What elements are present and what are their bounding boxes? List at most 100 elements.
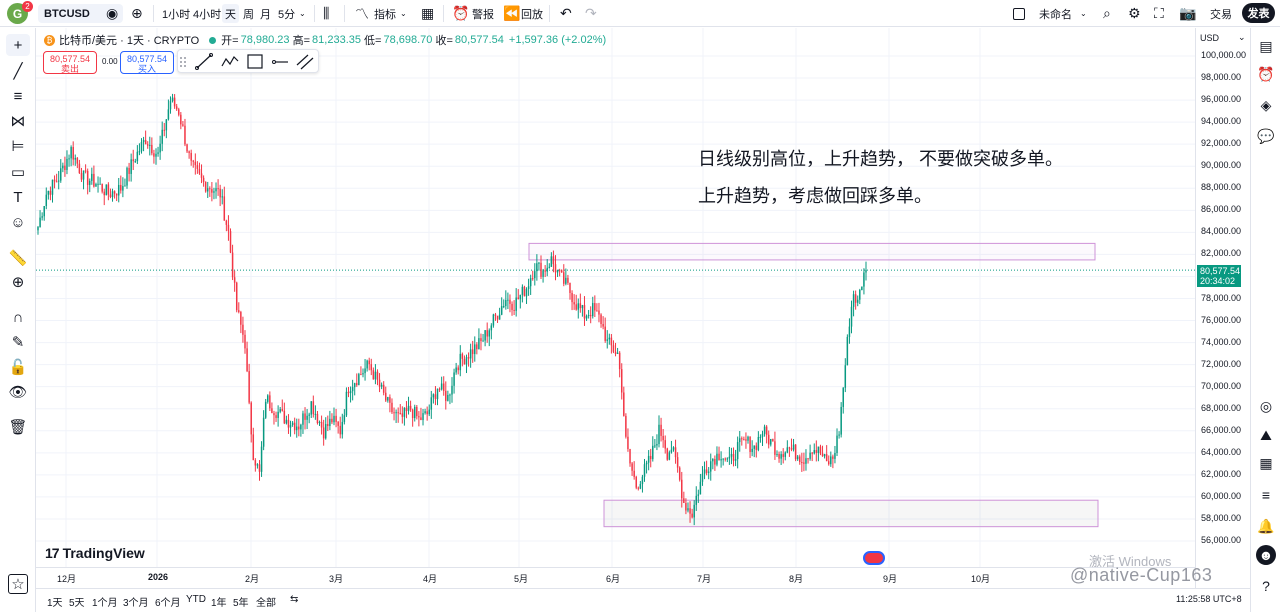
lock-icon[interactable]: 🔓 xyxy=(6,356,30,378)
range-button[interactable]: 1年 xyxy=(211,594,227,609)
text-tool-icon[interactable]: T xyxy=(6,186,30,208)
replay-icon[interactable]: ⏪ xyxy=(503,0,520,27)
candle-body xyxy=(815,450,818,453)
zoom-in-icon[interactable]: ⊕ xyxy=(6,271,30,293)
replay-button[interactable]: 回放 xyxy=(521,0,543,27)
range-button[interactable]: 5天 xyxy=(69,594,85,609)
line-tool-icon[interactable] xyxy=(194,52,214,71)
tradingview-logo-text: TradingView xyxy=(62,545,145,561)
annotation-text-2[interactable]: 上升趋势，考虑做回踩多单。 xyxy=(698,182,932,208)
ideas-icon[interactable]: ⛰ xyxy=(1256,425,1276,445)
candle-type-icon[interactable]: ⫼ xyxy=(323,0,329,27)
fullscreen-icon[interactable]: ⛶ xyxy=(1154,0,1164,27)
watchlist-icon[interactable]: ▤ xyxy=(1256,36,1276,56)
price-zone-rect[interactable] xyxy=(603,499,1099,528)
candle-body xyxy=(155,153,157,157)
fib-retracement-icon[interactable]: ≡ xyxy=(6,85,30,107)
candle-body xyxy=(488,330,491,337)
range-button[interactable]: 全部 xyxy=(256,594,276,609)
layers-icon[interactable]: ◈ xyxy=(1256,95,1276,115)
trash-icon[interactable]: 🗑 xyxy=(6,416,30,438)
candle-body xyxy=(424,411,426,414)
time-tick-label: 12月 xyxy=(57,574,77,584)
candle-body xyxy=(794,444,797,460)
interval-dropdown-chevron-icon[interactable]: ⌄ xyxy=(299,0,306,27)
interval-1w[interactable]: 周 xyxy=(243,0,254,27)
price-scale[interactable] xyxy=(1195,28,1250,588)
layout-chevron-icon[interactable]: ⌄ xyxy=(1080,0,1087,27)
redo-icon[interactable]: ↷ xyxy=(585,0,597,27)
annotation-text-1[interactable]: 日线级别高位，上升趋势， 不要做突破多单。 xyxy=(698,145,1063,171)
indicators-icon[interactable]: 〽 xyxy=(355,0,369,27)
currency-label[interactable]: USD xyxy=(1200,33,1219,43)
quick-search-icon[interactable]: ⌕ xyxy=(1103,0,1111,27)
target-icon[interactable]: ◎ xyxy=(1256,396,1276,416)
range-button[interactable]: 3个月 xyxy=(123,594,149,609)
layout-checkbox-icon[interactable] xyxy=(1013,0,1025,27)
position-tool-icon[interactable]: ⊨ xyxy=(6,135,30,157)
crosshair-icon[interactable]: + xyxy=(6,34,30,56)
tradingview-logo[interactable]: 17 TradingView xyxy=(45,545,145,561)
range-button[interactable]: 1天 xyxy=(47,594,63,609)
undo-icon[interactable]: ↶ xyxy=(560,0,572,27)
notifications-icon[interactable]: ≡ xyxy=(1256,485,1276,505)
favorites-star-icon[interactable]: ☆ xyxy=(8,574,28,594)
alert-clock-icon[interactable]: ⏰ xyxy=(452,0,469,27)
range-button[interactable]: YTD xyxy=(186,594,206,605)
snapshot-camera-icon[interactable]: 📷 xyxy=(1179,0,1196,27)
clock[interactable]: 11:25:58 UTC+8 xyxy=(1176,594,1242,604)
indicators-button[interactable]: 指标 xyxy=(374,0,396,27)
question-icon[interactable]: ? xyxy=(1256,576,1276,596)
candle-body xyxy=(399,413,401,415)
range-button[interactable]: 1个月 xyxy=(92,594,118,609)
symbol-title[interactable]: 比特币/美元 · 1天 · CRYPTO xyxy=(59,32,199,48)
add-symbol-icon[interactable]: ⊕ xyxy=(131,0,143,27)
eye-icon[interactable]: 👁 xyxy=(6,381,30,403)
candle-body xyxy=(567,277,569,283)
publish-button[interactable]: 发表 xyxy=(1242,3,1275,23)
trendline-icon[interactable]: ╱ xyxy=(6,60,30,82)
trade-button[interactable]: 交易 xyxy=(1210,0,1232,27)
stay-drawing-icon[interactable]: ✎ xyxy=(6,331,30,353)
horizontal-ray-icon[interactable] xyxy=(270,52,290,71)
candle-body xyxy=(660,424,662,436)
layout-name[interactable]: 未命名 xyxy=(1039,0,1072,27)
alert-button[interactable]: 警报 xyxy=(472,0,494,27)
interval-5m[interactable]: 5分 xyxy=(278,0,295,27)
alerts-clock-icon[interactable]: ⏰ xyxy=(1256,64,1276,84)
polyline-tool-icon[interactable] xyxy=(220,52,240,71)
templates-grid-icon[interactable]: ▦ xyxy=(421,0,434,27)
economic-event-flag-icon[interactable] xyxy=(863,551,885,565)
interval-1m[interactable]: 月 xyxy=(260,0,271,27)
indicators-chevron-icon[interactable]: ⌄ xyxy=(400,0,407,27)
help-icon[interactable]: ☻ xyxy=(1256,545,1276,565)
range-button[interactable]: 5年 xyxy=(233,594,249,609)
candlestick-chart[interactable] xyxy=(36,28,1195,567)
pattern-icon[interactable]: ⋈ xyxy=(6,110,30,132)
date-range-calendar-icon[interactable]: ⇆ xyxy=(290,594,298,605)
rectangle-tool-icon[interactable] xyxy=(245,52,265,71)
candle-body xyxy=(128,167,130,174)
settings-gear-icon[interactable]: ⚙ xyxy=(1128,0,1141,27)
candle-body xyxy=(848,326,851,337)
interval-1h[interactable]: 1小时 xyxy=(162,0,190,27)
interval-4h[interactable]: 4小时 xyxy=(193,0,221,27)
range-button[interactable]: 6个月 xyxy=(155,594,181,609)
price-zone-rect[interactable] xyxy=(528,242,1096,261)
candle-body xyxy=(500,306,503,315)
interval-1d[interactable]: 天 xyxy=(222,4,239,23)
bell-icon[interactable]: 🔔 xyxy=(1256,516,1276,536)
emoji-icon[interactable]: ☺ xyxy=(6,211,30,233)
sell-button[interactable]: 80,577.54 卖出 xyxy=(43,51,97,74)
candle-body xyxy=(246,348,248,372)
currency-chevron-icon[interactable]: ⌄ xyxy=(1238,32,1246,43)
magnet-icon[interactable]: ∩ xyxy=(6,306,30,328)
chat-icon[interactable]: 💬 xyxy=(1256,126,1276,146)
buy-button[interactable]: 80,577.54 买入 xyxy=(120,51,174,74)
candle-body xyxy=(89,180,91,185)
calendar-icon[interactable]: ▦ xyxy=(1256,453,1276,473)
rectangle-icon[interactable]: ▭ xyxy=(6,161,30,183)
parallel-channel-icon[interactable] xyxy=(295,52,315,71)
ruler-icon[interactable]: 📏 xyxy=(6,247,30,269)
compare-icon[interactable]: ◉ xyxy=(106,0,118,27)
